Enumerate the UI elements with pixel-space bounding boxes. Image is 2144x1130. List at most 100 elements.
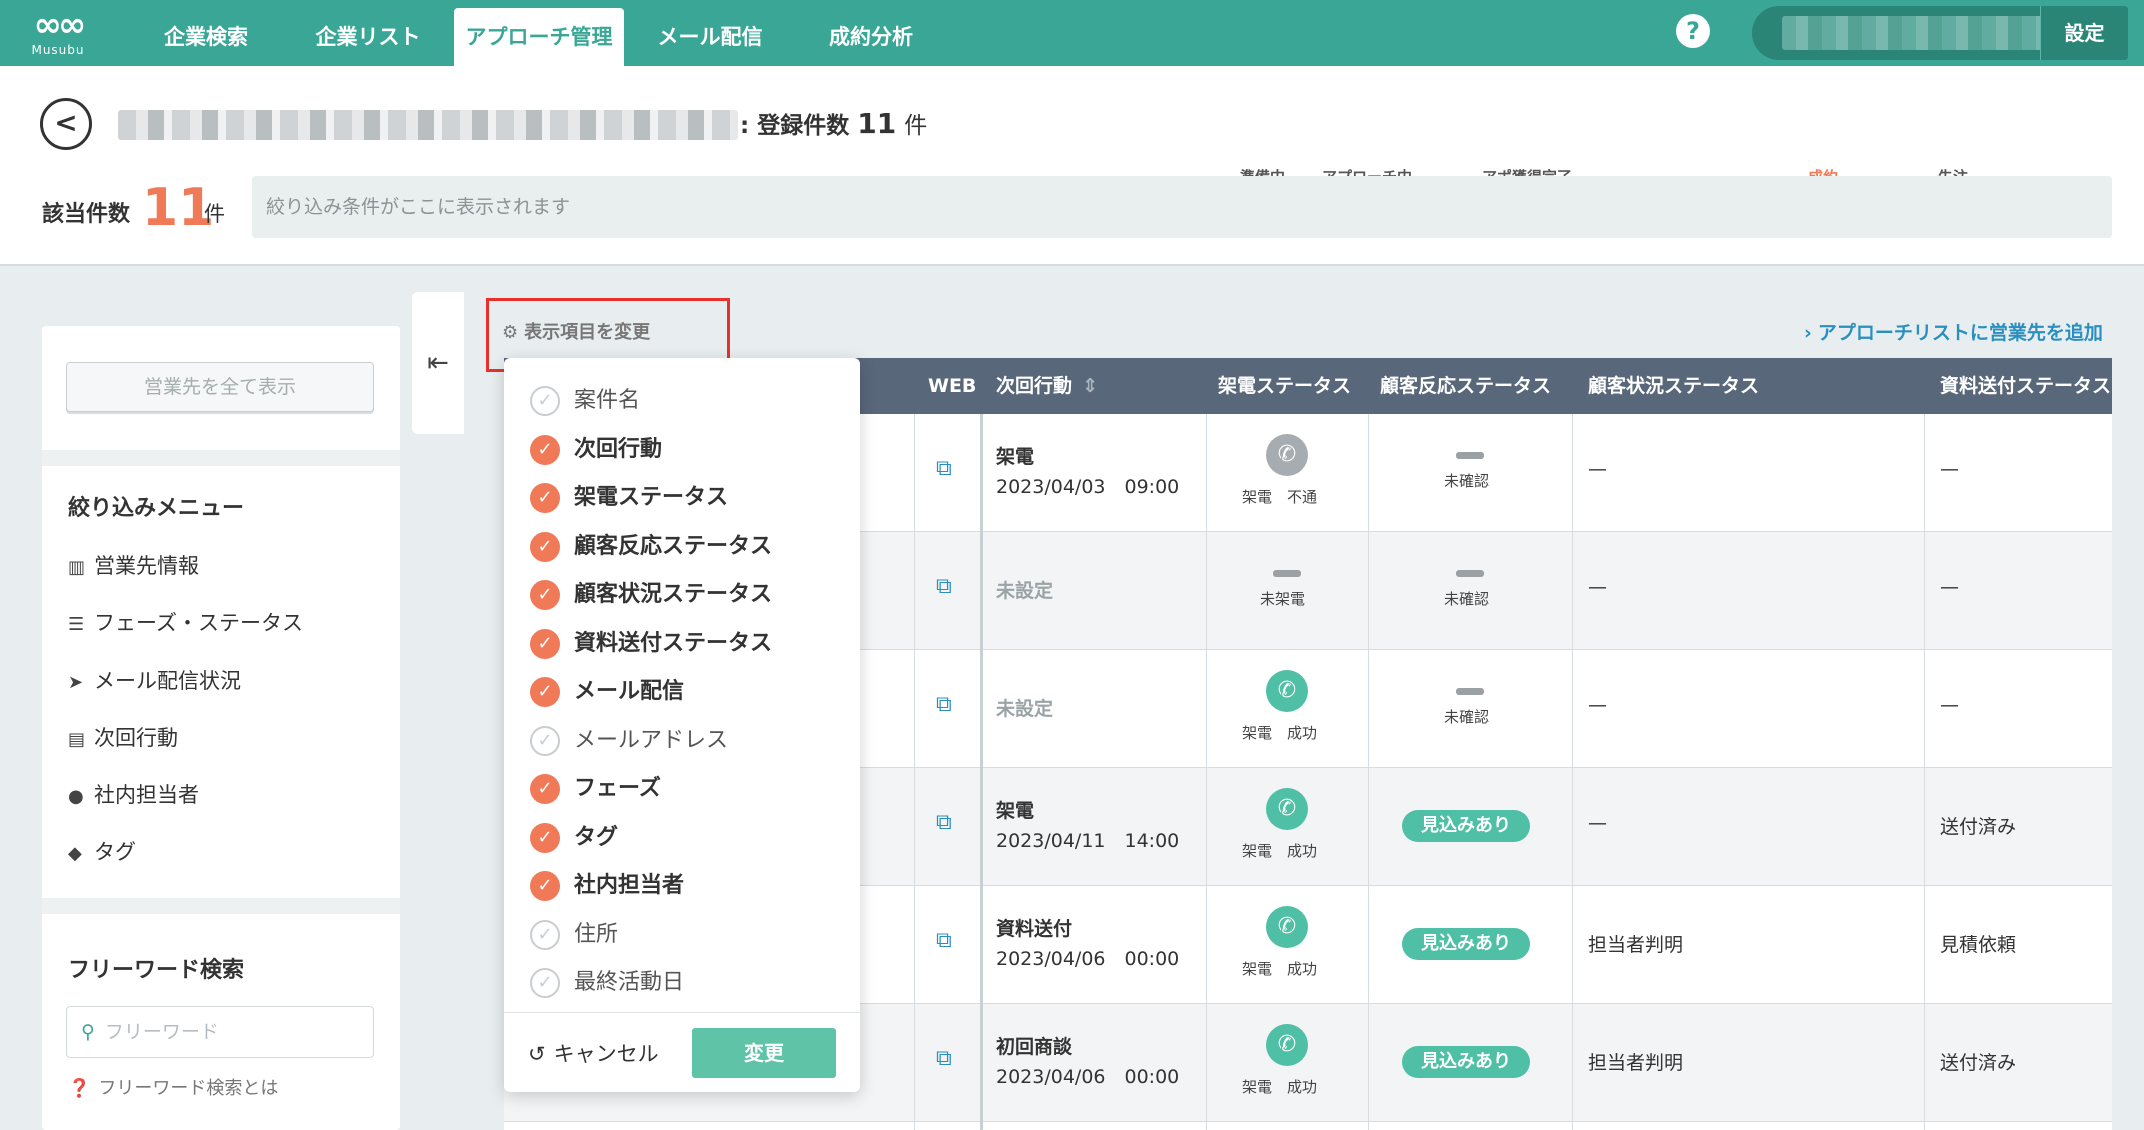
person-icon: ● [68,786,84,807]
sidebar-item-tag[interactable]: ◆ タグ [68,836,136,866]
column-option-label: メールアドレス [574,727,729,753]
column-option[interactable]: ✓ 社内担当者 [530,869,684,903]
column-option[interactable]: ✓ 顧客状況ステータス [530,578,772,612]
sidebar-divider [42,450,400,466]
dropdown-divider [504,1012,860,1013]
phone-icon: ✆ [1266,906,1308,948]
back-icon[interactable]: < [40,98,92,150]
external-link-icon[interactable]: ⧉ [936,928,952,953]
collapse-sidebar-icon[interactable]: ⇤ [412,292,464,434]
external-link-icon[interactable]: ⧉ [936,692,952,717]
nav-tab-company-search[interactable]: 企業検索 [146,8,266,66]
customer-status: — [1588,694,1607,716]
column-option[interactable]: ✓ 最終活動日 [530,966,684,1000]
call-status-text: 架電 成功 [1242,1078,1318,1096]
add-to-approach-list-link[interactable]: › アプローチリストに営業先を追加 [1804,318,2103,345]
column-option[interactable]: ✓ メールアドレス [530,724,728,758]
next-action-date: 2023/04/03 09:00 [996,476,1180,498]
filter-menu-title: 絞り込みメニュー [68,496,245,521]
registered-count-label: 登録件数 [757,113,850,139]
match-count-label: 該当件数 [42,202,131,227]
col-header-next-action[interactable]: 次回行動 ⇕ [996,358,1098,414]
column-option[interactable]: ✓ 架電ステータス [530,481,728,515]
undo-icon: ↺ [528,1042,546,1066]
column-option[interactable]: ✓ 資料送付ステータス [530,627,772,661]
column-option-label: 顧客反応ステータス [574,533,773,559]
col-divider [1206,414,1207,1130]
help-icon[interactable]: ? [1676,14,1710,48]
customer-status: 担当者判明 [1588,934,1684,956]
nav-tab-approach[interactable]: アプローチ管理 [454,8,624,66]
nav-tab-mail[interactable]: メール配信 [646,8,774,66]
call-status-text: 架電 不通 [1242,488,1318,506]
registered-count: : 登録件数 11 件 [740,107,928,140]
reaction-badge: 見込みあり [1402,928,1530,960]
nav-tab-analytics[interactable]: 成約分析 [816,8,926,66]
building-icon: ▥ [68,557,86,578]
next-action-type: 初回商談 [996,1036,1073,1058]
account-menu[interactable]: 設定 [1752,6,2128,60]
phone-missed-icon: ✆ [1266,434,1308,476]
reaction-badge: 見込みあり [1402,810,1530,842]
column-option-label: 社内担当者 [574,873,685,898]
checked-icon: ✓ [530,822,560,853]
external-link-icon[interactable]: ⧉ [936,456,952,481]
sidebar-item-mail-status[interactable]: ➤ メール配信状況 [68,665,241,695]
show-all-button[interactable]: 営業先を全て表示 [66,362,374,412]
active-filter-display: 絞り込み条件がここに表示されます [252,176,2112,238]
external-link-icon[interactable]: ⧉ [936,1046,952,1071]
col-header-reaction-status: 顧客反応ステータス [1380,375,1552,397]
unchecked-icon: ✓ [530,725,560,756]
sort-icon[interactable]: ⇕ [1082,375,1098,397]
next-action-type: 架電 [996,800,1035,822]
column-option[interactable]: ✓ 案件名 [530,384,640,418]
checked-icon: ✓ [530,871,560,901]
next-action-type: 架電 [996,446,1035,468]
column-option[interactable]: ✓ タグ [530,821,618,855]
col-divider [1924,414,1925,1130]
column-option-label: 顧客状況ステータス [574,582,773,607]
cancel-button[interactable]: ↺ キャンセル [528,1038,659,1068]
doc-status: — [1940,694,1959,716]
freeword-help-link[interactable]: ❓ フリーワード検索とは [68,1074,278,1100]
reaction-status-text: 未確認 [1444,708,1490,726]
column-option-label: 最終活動日 [574,970,685,995]
column-option-label: タグ [574,824,619,850]
nav-tab-company-list[interactable]: 企業リスト [300,8,436,66]
sidebar-item-phase-status[interactable]: ☰ フェーズ・ステータス [68,607,303,637]
sidebar-item-next-action[interactable]: ▤ 次回行動 [68,722,178,752]
unconfirmed-icon [1456,570,1484,577]
column-option[interactable]: ✓ 顧客反応ステータス [530,530,772,564]
checked-icon: ✓ [530,628,560,659]
top-navbar: ∞∞ Musubu 企業検索 企業リスト アプローチ管理 メール配信 成約分析 … [0,0,2144,66]
customer-status: — [1588,458,1607,480]
customer-status: — [1588,576,1607,598]
phone-icon: ✆ [1266,788,1308,830]
sidebar-item-company-info[interactable]: ▥ 営業先情報 [68,550,199,580]
list-header: < : 登録件数 11 件 準備中 アプローチ中 アポ獲得完了 成約 失注 3 … [0,66,2144,266]
external-link-icon[interactable]: ⧉ [936,574,952,599]
send-icon: ➤ [68,672,84,693]
col-header-customer-status: 顧客状況ステータス [1588,375,1760,397]
column-option-label: 資料送付ステータス [574,630,773,656]
column-option[interactable]: ✓ 次回行動 [530,433,662,467]
checked-icon: ✓ [530,677,560,707]
column-option[interactable]: ✓ メール配信 [530,675,684,709]
customer-status: — [1588,812,1607,834]
settings-button[interactable]: 設定 [2040,6,2128,60]
reaction-status-text: 未確認 [1444,590,1490,608]
column-option[interactable]: ✓ フェーズ [530,772,661,806]
col-header-web: WEB [928,375,977,397]
sidebar-item-owner[interactable]: ● 社内担当者 [68,779,199,809]
next-action-type: 未設定 [996,698,1054,720]
call-status-text: 未架電 [1260,590,1306,608]
column-option[interactable]: ✓ 住所 [530,918,618,952]
apply-button[interactable]: 変更 [692,1028,836,1078]
next-action-date: 2023/04/11 14:00 [996,830,1180,852]
column-option-label: 次回行動 [574,436,663,462]
freeword-input[interactable]: ⚲ フリーワード [66,1006,374,1058]
next-action-date: 2023/04/06 00:00 [996,1066,1180,1088]
musubu-logo[interactable]: ∞∞ Musubu [22,8,94,60]
external-link-icon[interactable]: ⧉ [936,810,952,835]
next-action-type: 未設定 [996,580,1054,602]
